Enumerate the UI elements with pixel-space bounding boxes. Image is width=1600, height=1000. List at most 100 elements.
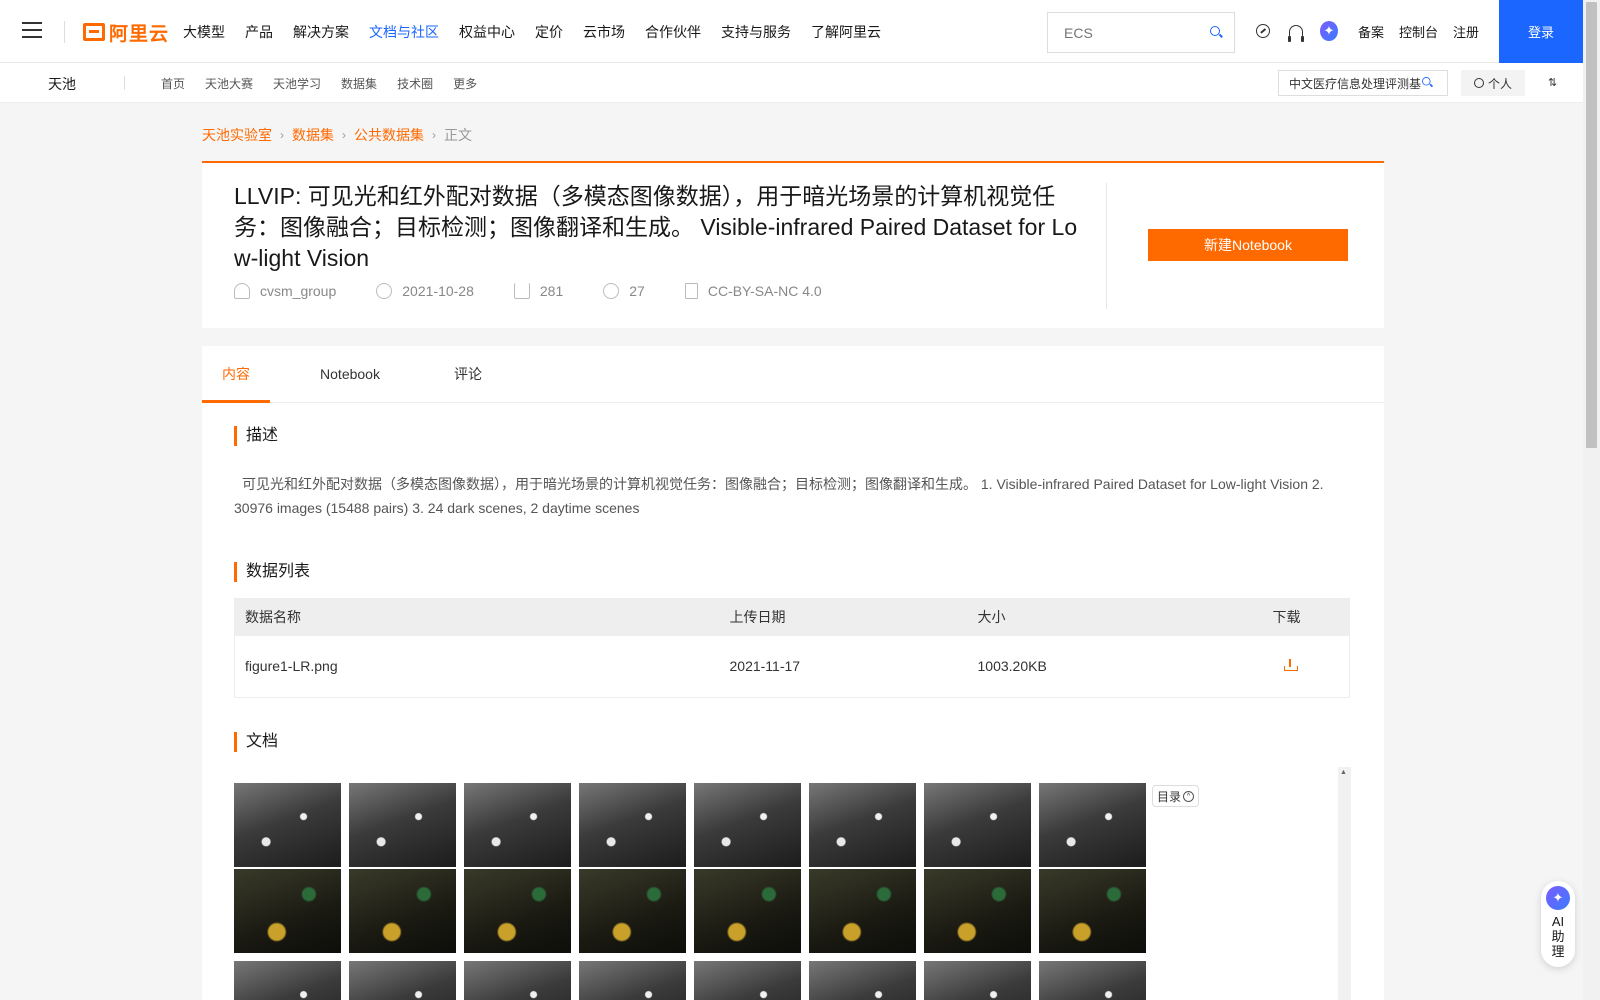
login-button[interactable]: 登录	[1499, 0, 1583, 63]
file-upload-date: 2021-11-17	[729, 658, 801, 675]
section-title-datalist: 数据列表	[234, 562, 310, 582]
sample-image-infrared	[809, 783, 916, 867]
logo-text: 阿里云	[109, 23, 170, 45]
subnav-item-datasets[interactable]: 数据集	[341, 75, 377, 92]
headset-icon[interactable]	[1287, 22, 1305, 42]
sample-image-infrared	[924, 961, 1031, 1000]
menu-item-about[interactable]: 了解阿里云	[811, 22, 881, 42]
new-notebook-button[interactable]: 新建Notebook	[1148, 229, 1348, 261]
subnav-items: 首页 天池大赛 天池学习 数据集 技术圈 更多	[161, 63, 497, 103]
menu-item-marketplace[interactable]: 云市场	[583, 22, 625, 42]
sample-image-infrared	[579, 961, 686, 1000]
menu-item-products[interactable]: 产品	[245, 22, 273, 42]
menu-icon[interactable]	[22, 22, 42, 40]
link-console[interactable]: 控制台	[1399, 22, 1438, 41]
document-icon	[684, 283, 698, 299]
sample-image-visible	[694, 869, 801, 953]
link-register[interactable]: 注册	[1453, 22, 1479, 41]
subnav-item-home[interactable]: 首页	[161, 75, 185, 92]
table-row: figure1-LR.png 2021-11-17 1003.20KB	[235, 636, 1350, 698]
tianchi-brand[interactable]: 天池	[48, 74, 76, 94]
page-scrollbar[interactable]	[1583, 0, 1600, 1000]
search-icon[interactable]	[1210, 25, 1224, 40]
top-search-input[interactable]	[1064, 24, 1210, 41]
table-header-row: 数据名称 上传日期 大小 下载	[234, 598, 1350, 636]
menu-item-llm[interactable]: 大模型	[183, 22, 225, 42]
meta-downloads: 281	[513, 283, 563, 299]
sample-image-visible	[809, 869, 916, 953]
subnav-item-competitions[interactable]: 天池大赛	[205, 75, 253, 92]
col-header-download: 下载	[1262, 598, 1350, 636]
breadcrumb-datasets[interactable]: 数据集	[292, 125, 334, 145]
search-icon[interactable]	[1422, 77, 1434, 89]
top-links: 备案 控制台 注册	[1358, 0, 1494, 63]
share-icon	[603, 283, 620, 299]
document-scrollbar[interactable]	[1338, 767, 1351, 1000]
section-title-description: 描述	[234, 426, 278, 446]
meta-shares: 27	[603, 283, 645, 299]
meta-date: 2021-10-28	[376, 283, 474, 299]
breadcrumb-lab[interactable]: 天池实验室	[202, 125, 272, 145]
subnav-divider	[124, 76, 125, 90]
sample-image-visible	[234, 869, 341, 953]
personal-button[interactable]: 个人	[1461, 70, 1525, 96]
ai-assistant-icon: ✦	[1546, 886, 1570, 910]
document-area: 目录 ^	[234, 767, 1351, 1000]
sample-image-infrared	[464, 961, 571, 1000]
content-tabs: 内容 Notebook 评论	[202, 346, 1384, 403]
sample-image-visible	[579, 869, 686, 953]
share-count: 27	[629, 283, 645, 299]
switch-icon[interactable]: ⇅	[1548, 77, 1560, 89]
chevron-up-icon: ^	[1183, 790, 1195, 802]
toc-label: 目录	[1157, 789, 1182, 804]
aliyun-logo[interactable]: 阿里云	[83, 18, 169, 46]
sample-image-infrared	[694, 961, 801, 1000]
sample-image-visible	[1039, 869, 1146, 953]
ai-helper-label: AI助理	[1551, 914, 1565, 959]
sample-image-visible	[924, 869, 1031, 953]
menu-item-pricing[interactable]: 定价	[535, 22, 563, 42]
sample-image-infrared	[1039, 783, 1146, 867]
publish-date: 2021-10-28	[402, 283, 474, 299]
compass-icon[interactable]	[1254, 22, 1272, 40]
menu-item-solutions[interactable]: 解决方案	[293, 22, 349, 42]
dataset-meta: cvsm_group 2021-10-28 281 27 CC-BY-SA-NC…	[234, 283, 862, 299]
sample-image-infrared	[234, 783, 341, 867]
top-navbar: 阿里云 大模型 产品 解决方案 文档与社区 权益中心 定价 云市场 合作伙伴 支…	[0, 0, 1583, 63]
sample-image-infrared	[349, 783, 456, 867]
dataset-description: 可见光和红外配对数据（多模态图像数据），用于暗光场景的计算机视觉任务：图像融合；…	[234, 476, 1324, 516]
sample-image-infrared	[694, 783, 801, 867]
breadcrumb-public-datasets[interactable]: 公共数据集	[354, 125, 424, 145]
file-size: 1003.20KB	[977, 658, 1047, 675]
download-icon[interactable]	[1283, 659, 1298, 672]
chevron-right-icon: ›	[432, 128, 436, 142]
sample-image-infrared	[809, 961, 916, 1000]
author-name[interactable]: cvsm_group	[260, 283, 336, 299]
page-scrollbar-thumb[interactable]	[1586, 2, 1597, 448]
ai-helper-button[interactable]: ✦ AI助理	[1541, 881, 1575, 967]
chevron-right-icon: ›	[342, 128, 346, 142]
subnav-search-box	[1278, 70, 1448, 96]
toc-button[interactable]: 目录 ^	[1152, 785, 1200, 807]
personal-label: 个人	[1487, 76, 1512, 91]
tianchi-subnav: 天池 首页 天池大赛 天池学习 数据集 技术圈 更多 个人 ⇅	[0, 63, 1583, 103]
menu-item-docs-community[interactable]: 文档与社区	[369, 22, 439, 42]
col-header-date: 上传日期	[719, 598, 968, 636]
sample-image-infrared	[579, 783, 686, 867]
dataset-title: LLVIP: 可见光和红外配对数据（多模态图像数据），用于暗光场景的计算机视觉任…	[234, 183, 1078, 271]
meta-license: CC-BY-SA-NC 4.0	[684, 283, 822, 299]
subnav-search-input[interactable]	[1289, 76, 1421, 90]
link-filing[interactable]: 备案	[1358, 22, 1384, 41]
tab-notebook[interactable]: Notebook	[310, 346, 390, 403]
col-header-name: 数据名称	[234, 598, 720, 636]
tab-comments[interactable]: 评论	[438, 346, 498, 403]
subnav-item-more[interactable]: 更多	[453, 75, 477, 92]
subnav-item-learning[interactable]: 天池学习	[273, 75, 321, 92]
menu-item-benefits[interactable]: 权益中心	[459, 22, 515, 42]
menu-item-partners[interactable]: 合作伙伴	[645, 22, 701, 42]
menu-item-support[interactable]: 支持与服务	[721, 22, 791, 42]
tab-content[interactable]: 内容	[202, 346, 270, 403]
subnav-item-tech-circle[interactable]: 技术圈	[397, 75, 433, 92]
ai-assistant-icon[interactable]: ✦	[1320, 21, 1338, 41]
sample-image-infrared	[349, 961, 456, 1000]
